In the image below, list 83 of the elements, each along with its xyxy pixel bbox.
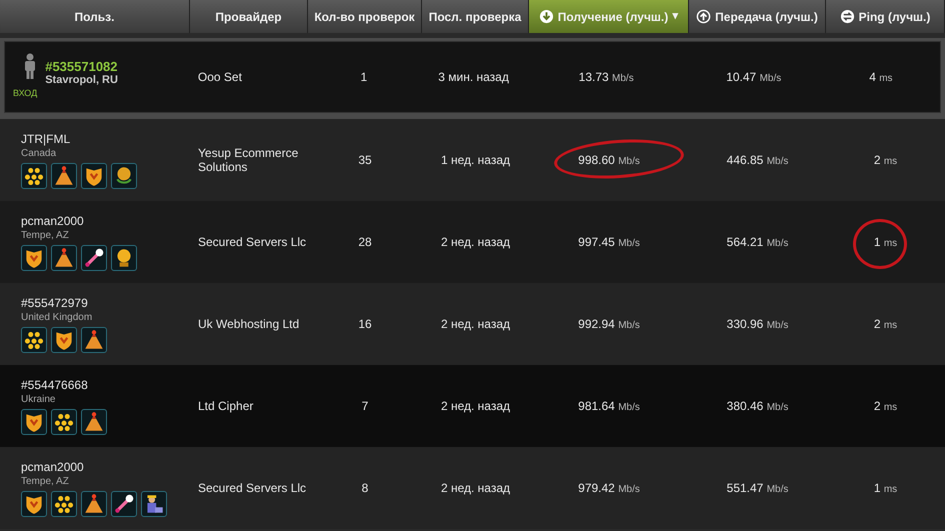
test-count: 1 bbox=[360, 70, 368, 84]
column-header[interactable]: Польз. bbox=[0, 0, 190, 33]
test-count: 28 bbox=[358, 235, 372, 249]
user-location: Ukraine bbox=[21, 392, 56, 406]
column-label: Передача (лучш.) bbox=[715, 8, 818, 26]
rocket-badge-icon bbox=[111, 490, 137, 516]
upload-speed: 330.96 Mb/s bbox=[726, 316, 788, 333]
ping-value: 2 ms bbox=[874, 398, 898, 415]
last-test-time: 1 нед. назад bbox=[440, 153, 510, 167]
shield-badge-icon bbox=[81, 162, 107, 188]
medal-badge-icon bbox=[111, 162, 137, 188]
volcano-badge-icon bbox=[81, 490, 107, 516]
user-name: pcman2000 bbox=[21, 214, 85, 228]
shield-badge-icon bbox=[21, 408, 47, 434]
test-count: 7 bbox=[362, 399, 368, 413]
download-speed: 979.42 Mb/s bbox=[578, 480, 640, 497]
stars-badge-icon bbox=[51, 408, 77, 434]
volcano-badge-icon bbox=[51, 162, 77, 188]
ping-value: 1 ms bbox=[874, 480, 898, 497]
user-location: Tempe, AZ bbox=[21, 228, 70, 242]
user-name: JTR|FML bbox=[21, 132, 72, 146]
download-speed: 998.60 Mb/s bbox=[578, 152, 640, 169]
last-test-time: 2 нед. назад bbox=[440, 399, 510, 413]
column-label: Посл. проверка bbox=[428, 8, 522, 26]
volcano-badge-icon bbox=[81, 408, 107, 434]
user-name: #555472979 bbox=[21, 296, 89, 310]
shield-badge-icon bbox=[51, 326, 77, 352]
last-test-time: 2 нед. назад bbox=[440, 317, 510, 331]
column-label: Провайдер bbox=[215, 8, 282, 26]
column-label: Кол-во проверок bbox=[314, 8, 415, 26]
stars-badge-icon bbox=[51, 490, 77, 516]
provider-cell-text: Yesup Ecommerce Solutions bbox=[197, 146, 300, 174]
user-location: United Kingdom bbox=[21, 310, 94, 324]
ping-value: 1 ms bbox=[874, 234, 898, 251]
ping-value: 4 ms bbox=[869, 69, 893, 86]
shield-badge-icon bbox=[21, 490, 47, 516]
download-speed: 13.73 Mb/s bbox=[578, 69, 634, 86]
swap-arrows-icon bbox=[840, 9, 855, 24]
upload-speed: 564.21 Mb/s bbox=[726, 234, 788, 251]
user-name: #554476668 bbox=[21, 378, 89, 392]
column-header[interactable]: Кол-во проверок bbox=[308, 0, 422, 33]
test-count: 16 bbox=[358, 317, 372, 331]
provider-cell-text: Secured Servers Llc bbox=[197, 481, 306, 495]
user-id: #535571082 bbox=[45, 59, 118, 74]
volcano-badge-icon bbox=[81, 326, 107, 352]
last-test-time: 3 мин. назад bbox=[438, 70, 509, 84]
column-header[interactable]: Передача (лучш.) bbox=[689, 0, 826, 33]
user-name: pcman2000 bbox=[21, 460, 85, 474]
test-count: 8 bbox=[362, 481, 368, 495]
provider-cell-text: Ooo Set bbox=[196, 70, 242, 84]
column-label: Польз. bbox=[74, 8, 114, 26]
column-label: Ping (лучш.) bbox=[858, 8, 930, 26]
shield-badge-icon bbox=[21, 244, 47, 270]
stars-badge-icon bbox=[21, 162, 47, 188]
user-location: Tempe, AZ bbox=[21, 474, 70, 488]
user-location: Stavropol, RU bbox=[45, 74, 118, 87]
provider-cell-text: Uk Webhosting Ltd bbox=[197, 317, 300, 331]
rocket-badge-icon bbox=[81, 244, 107, 270]
last-test-time: 2 нед. назад bbox=[440, 235, 510, 249]
column-header[interactable]: Ping (лучш.) bbox=[826, 0, 945, 33]
ping-value: 2 ms bbox=[874, 316, 898, 333]
provider-cell-text: Secured Servers Llc bbox=[197, 235, 306, 249]
test-count: 35 bbox=[358, 153, 372, 167]
upload-speed: 380.46 Mb/s bbox=[726, 398, 788, 415]
worker-badge-icon bbox=[141, 490, 167, 516]
column-label: Получение (лучш.) bbox=[558, 8, 668, 26]
user-location: Canada bbox=[21, 146, 58, 160]
volcano-badge-icon bbox=[51, 244, 77, 270]
last-test-time: 2 нед. назад bbox=[440, 481, 510, 495]
upload-speed: 551.47 Mb/s bbox=[726, 480, 788, 497]
stars-badge-icon bbox=[21, 326, 47, 352]
trophy-badge-icon bbox=[111, 244, 137, 270]
upload-speed: 10.47 Mb/s bbox=[726, 69, 782, 86]
sort-caret: ▾ bbox=[672, 9, 678, 24]
ping-value: 2 ms bbox=[874, 152, 898, 169]
download-speed: 997.45 Mb/s bbox=[578, 234, 640, 251]
provider-cell-text: Ltd Cipher bbox=[197, 399, 254, 413]
column-header[interactable]: Провайдер bbox=[190, 0, 308, 33]
download-speed: 981.64 Mb/s bbox=[578, 398, 640, 415]
download-speed: 992.94 Mb/s bbox=[578, 316, 640, 333]
column-header[interactable]: Посл. проверка bbox=[422, 0, 529, 33]
person-silhouette-icon bbox=[23, 53, 38, 80]
upload-speed: 446.85 Mb/s bbox=[726, 152, 788, 169]
